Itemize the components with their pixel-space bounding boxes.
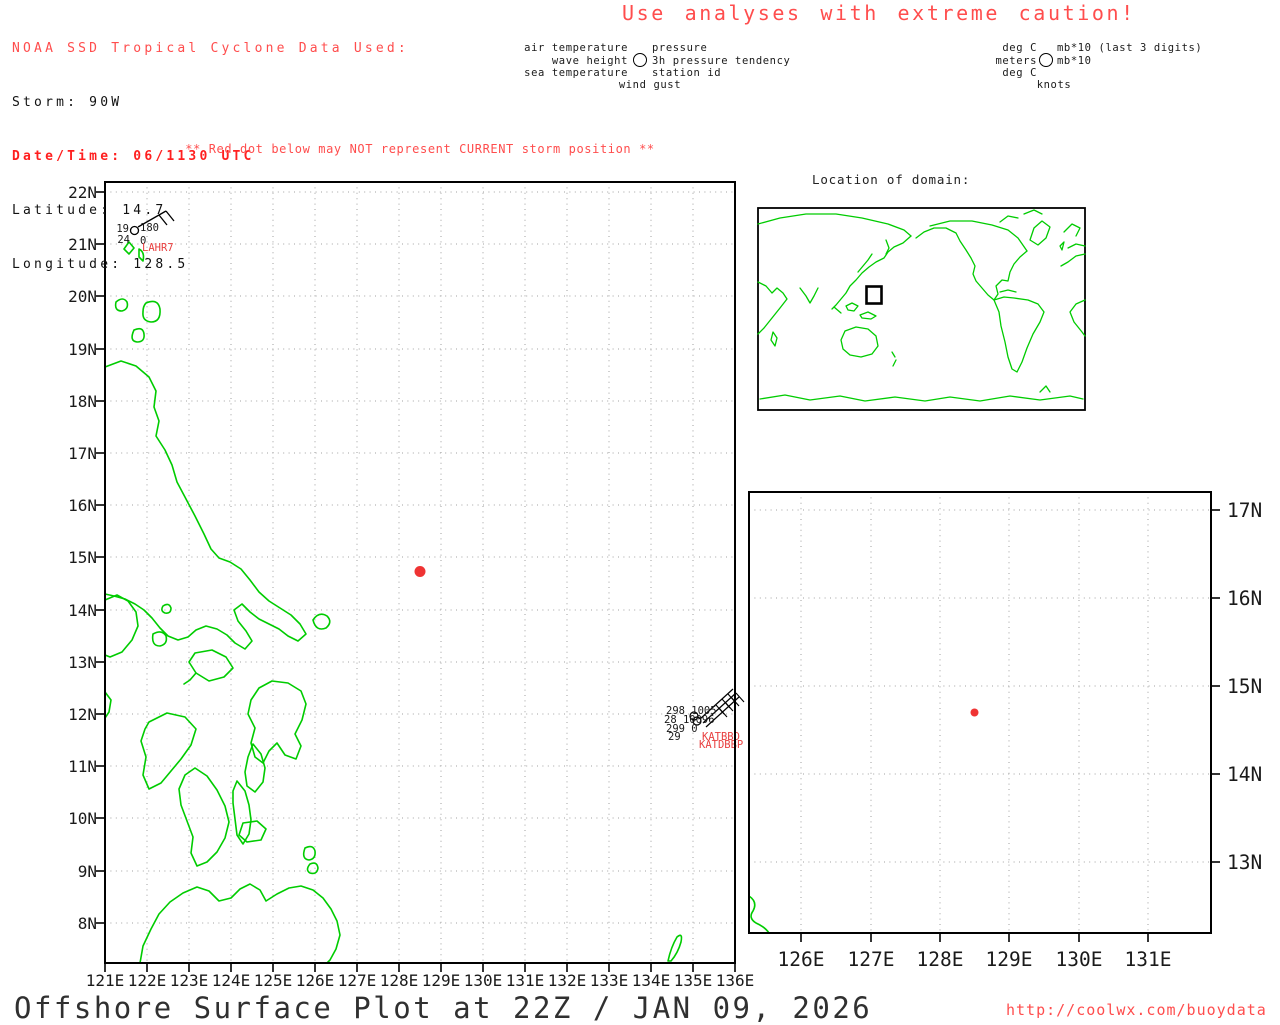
lon-tick-label: 124E: [212, 971, 251, 990]
main-map: 19 180 24 0 LAHR7 298 1005 28 10096 299 …: [68, 181, 755, 990]
lon-tick-label: 129E: [422, 971, 461, 990]
lat-tick-label: 13N: [68, 653, 97, 672]
station-plot-cluster: 298 1005 28 10096 299 0 29 KATBBD KATDBB…: [664, 688, 745, 751]
lon-tick-label: 127E: [338, 971, 377, 990]
zoom-inset-lat-axis: 17N 16N 15N 14N 13N: [1227, 499, 1262, 874]
lon-tick-label: 130E: [464, 971, 503, 990]
station-legend-right: pressure 3h pressure tendency station id: [652, 42, 790, 80]
units-legend-right: mb*10 (last 3 digits) mb*10: [1057, 42, 1202, 67]
domain-inset-title: Location of domain:: [812, 172, 971, 187]
zoom-inset-map: 126E 127E 128E 129E 130E 131E 17N 16N 15…: [748, 491, 1262, 971]
units-legend-left: deg C meters deg C: [950, 42, 1037, 80]
zoom-inset-coastline: [748, 895, 770, 934]
cluster-values-row: 29: [668, 731, 681, 743]
lon-tick-label: 126E: [296, 971, 335, 990]
lon-tick-label: 126E: [778, 948, 825, 971]
station-legend-left: air temperature wave height sea temperat…: [440, 42, 628, 80]
lon-tick-label: 129E: [986, 948, 1033, 971]
zoom-inset-ticks: [800, 509, 1220, 942]
lon-tick-label: 134E: [632, 971, 671, 990]
lat-tick-label: 16N: [1227, 587, 1262, 610]
lon-tick-label: 128E: [917, 948, 964, 971]
caution-banner: Use analyses with extreme caution!: [622, 1, 1136, 25]
legend-unit-mb10: mb*10: [1057, 54, 1092, 67]
noaa-data-line: NOAA SSD Tropical Cyclone Data Used:: [12, 41, 409, 56]
station-model-circle-icon: [633, 53, 647, 67]
main-map-lon-axis: 121E 122E 123E 124E 125E 126E 127E 128E …: [86, 971, 755, 990]
lon-tick-label: 133E: [590, 971, 629, 990]
domain-rectangle: [865, 285, 883, 305]
lat-tick-label: 9N: [78, 862, 97, 881]
lon-tick-label: 130E: [1056, 948, 1103, 971]
lon-tick-label: 122E: [128, 971, 167, 990]
lat-tick-label: 15N: [1227, 675, 1262, 698]
legend-air-temperature: air temperature: [524, 42, 628, 54]
storm-id-line: Storm: 90W: [12, 95, 123, 110]
lon-tick-label: 131E: [1125, 948, 1172, 971]
legend-unit-mb10-last: mb*10 (last 3 digits): [1057, 42, 1203, 54]
legend-unit-meters: meters: [995, 54, 1037, 67]
lon-tick-label: 136E: [716, 971, 755, 990]
philippines-coastline: [104, 241, 683, 964]
world-coastlines: [757, 209, 1086, 402]
lat-tick-label: 14N: [68, 601, 97, 620]
legend-unit-deg-c-sea: deg C: [1002, 67, 1037, 80]
storm-dot-main: [414, 566, 426, 577]
latitude-line: Latitude: 14.7: [12, 203, 167, 218]
cluster-station-id: KATDBBP: [699, 739, 743, 751]
lon-tick-label: 123E: [170, 971, 209, 990]
legend-pressure-tendency: 3h pressure tendency: [652, 54, 791, 67]
zoom-inset-lon-axis: 126E 127E 128E 129E 130E 131E: [778, 948, 1172, 971]
legend-station-id: station id: [652, 67, 722, 80]
zoom-inset-frame: [748, 491, 1212, 934]
legend-sea-temperature: sea temperature: [524, 67, 628, 80]
lon-tick-label: 127E: [848, 948, 895, 971]
legend-wave-height: wave height: [551, 54, 628, 67]
lon-tick-label: 128E: [380, 971, 419, 990]
legend-unit-deg-c-air: deg C: [1002, 42, 1037, 54]
lat-tick-label: 12N: [68, 705, 97, 724]
longitude-line: Longitude: 128.5: [12, 257, 189, 272]
zoom-inset-gridlines: [749, 492, 1211, 933]
lon-tick-label: 121E: [86, 971, 125, 990]
lat-tick-label: 10N: [68, 809, 97, 828]
legend-unit-knots: knots: [1036, 79, 1072, 91]
main-map-lat-axis: 22N 21N 20N 19N 18N 17N 16N 15N 14N 13N …: [68, 183, 97, 933]
lon-tick-label: 125E: [254, 971, 293, 990]
storm-dot-inset: [970, 708, 979, 717]
lat-tick-label: 17N: [68, 444, 97, 463]
legend-wind-gust: wind gust: [618, 79, 682, 91]
lat-tick-label: 19N: [68, 340, 97, 359]
lat-tick-label: 18N: [68, 392, 97, 411]
domain-inset-frame: [757, 207, 1086, 411]
lat-tick-label: 16N: [68, 496, 97, 515]
lat-tick-label: 14N: [1227, 763, 1262, 786]
lon-tick-label: 131E: [506, 971, 545, 990]
lat-tick-label: 13N: [1227, 851, 1262, 874]
lat-tick-label: 8N: [78, 914, 97, 933]
buoydata-link[interactable]: http://coolwx.com/buoydata: [1006, 1001, 1267, 1019]
lat-tick-label: 17N: [1227, 499, 1262, 522]
legend-pressure: pressure: [652, 42, 708, 54]
lon-tick-label: 135E: [674, 971, 713, 990]
storm-position-warning: ** Red dot below may NOT represent CURRE…: [185, 142, 655, 156]
lon-tick-label: 132E: [548, 971, 587, 990]
plot-title: Offshore Surface Plot at 22Z / JAN 09, 2…: [14, 991, 873, 1025]
lat-tick-label: 11N: [68, 757, 97, 776]
station-model-circle-icon: [1039, 53, 1053, 67]
domain-inset-map: [757, 207, 1086, 411]
lat-tick-label: 15N: [68, 548, 97, 567]
